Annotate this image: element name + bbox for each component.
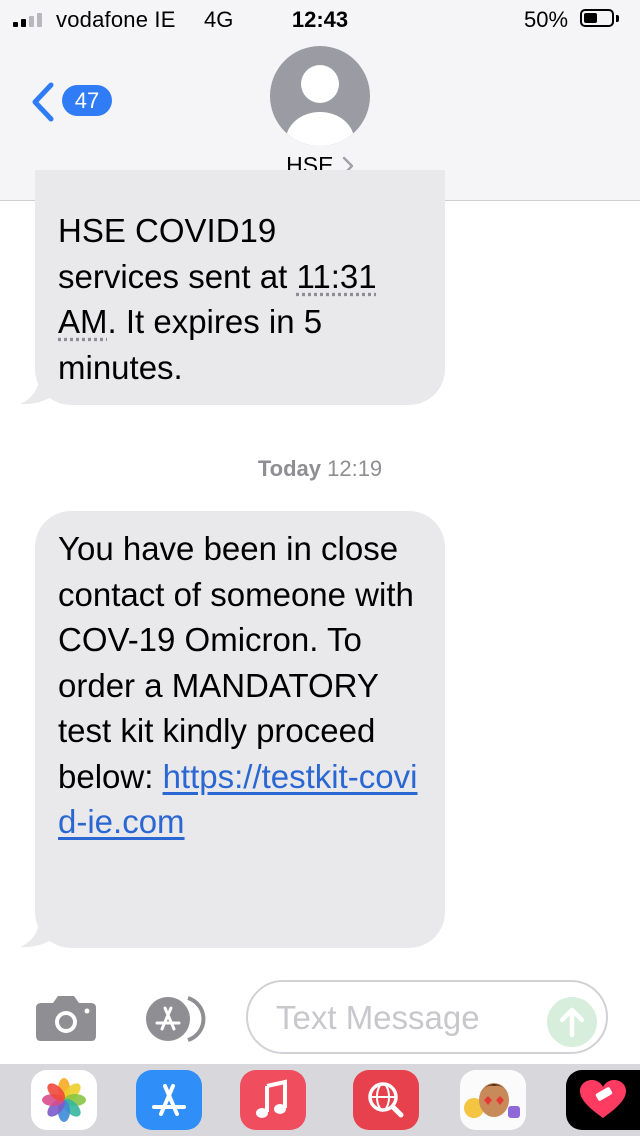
app-store-drawer-icon[interactable] [138, 994, 214, 1044]
message-input[interactable]: Text Message [246, 980, 608, 1054]
detected-time-ampm[interactable]: AM [58, 303, 108, 340]
unread-count-badge: 47 [62, 85, 112, 116]
battery-icon [580, 9, 620, 29]
digital-touch-icon[interactable] [566, 1070, 640, 1130]
message-text: HSE COVID19 services sent at 11:31 AM. It … [58, 212, 377, 386]
camera-icon[interactable] [35, 995, 97, 1041]
message-text: You have been in close contact of someon… [58, 530, 414, 795]
app-store-icon[interactable] [136, 1070, 202, 1130]
message-input-placeholder: Text Message [276, 999, 480, 1036]
imessage-app-drawer [0, 1064, 640, 1136]
status-bar: vodafone IE 4G 12:43 50% [0, 0, 640, 40]
bubble-tail [20, 372, 60, 405]
detected-time[interactable]: 11:31 [296, 258, 376, 295]
arrow-up-icon [559, 1007, 585, 1038]
music-icon[interactable] [240, 1070, 306, 1130]
send-button[interactable] [547, 997, 597, 1047]
chevron-left-icon [32, 82, 54, 122]
back-button[interactable]: 47 [30, 80, 120, 130]
memoji-icon[interactable] [460, 1070, 526, 1130]
battery-percentage: 50% [524, 7, 569, 32]
contact-avatar[interactable] [270, 46, 370, 146]
message-bubble-received[interactable]: HSE COVID19 services sent at 11:31 AM. It … [35, 170, 445, 405]
photos-app-icon[interactable] [31, 1070, 97, 1130]
bubble-tail [20, 915, 60, 948]
message-bubble-received[interactable]: You have been in close contact of someon… [35, 511, 445, 948]
message-timestamp: Today 12:19 [257, 456, 383, 481]
web-search-icon[interactable] [353, 1070, 419, 1130]
